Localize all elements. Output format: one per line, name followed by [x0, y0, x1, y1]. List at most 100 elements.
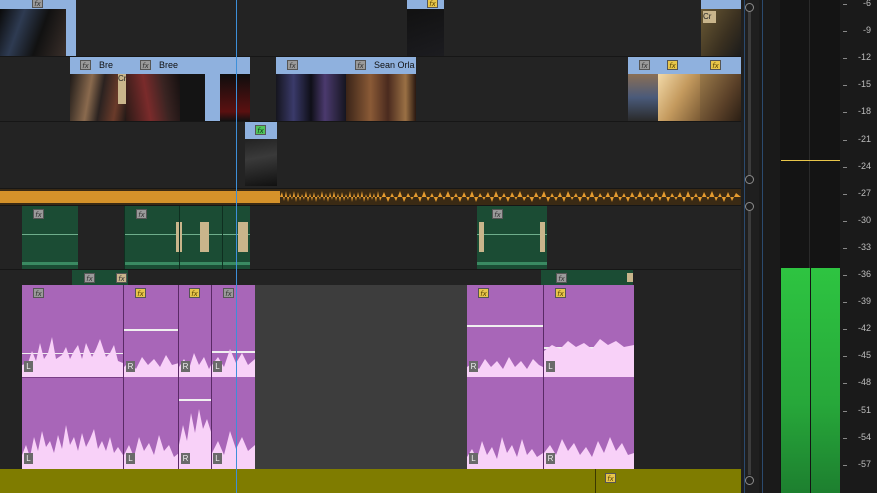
- meter-tick-label: -45: [857, 350, 871, 361]
- video-clip[interactable]: [180, 57, 250, 121]
- meter-tick-mark: [843, 31, 847, 33]
- video-clip[interactable]: fx: [407, 0, 444, 56]
- audio-track-a1[interactable]: [0, 206, 741, 269]
- playhead-line[interactable]: [236, 0, 237, 493]
- fx-badge-icon[interactable]: fx: [478, 288, 489, 298]
- cross-dissolve-transition[interactable]: Cr: [703, 11, 716, 23]
- audio-clip-stereo[interactable]: fx R L: [123, 285, 179, 469]
- fx-badge-icon[interactable]: fx: [33, 288, 44, 298]
- audio-transition[interactable]: [200, 222, 209, 252]
- audio-transition[interactable]: [479, 222, 484, 252]
- fx-badge-icon[interactable]: fx: [605, 473, 616, 483]
- audio-transition[interactable]: [238, 222, 248, 252]
- video-track-v2[interactable]: [0, 122, 741, 188]
- video-clip[interactable]: Cr: [701, 0, 741, 56]
- meter-tick-label: -57: [857, 458, 871, 469]
- meter-tick-label: -42: [857, 323, 871, 334]
- audio-clip[interactable]: fx: [477, 206, 547, 269]
- meter-level-right: [811, 268, 840, 493]
- fx-label: fx: [82, 62, 89, 70]
- music-clip[interactable]: [0, 189, 741, 205]
- meter-tick-mark: [843, 410, 847, 412]
- fx-label: fx: [558, 275, 565, 283]
- gap-region[interactable]: [254, 285, 467, 469]
- video-clip[interactable]: fx: [0, 0, 76, 56]
- fx-badge-icon[interactable]: fx: [136, 209, 147, 219]
- fx-badge-icon[interactable]: fx: [427, 0, 438, 8]
- fx-badge-icon[interactable]: fx: [189, 288, 200, 298]
- scroll-track[interactable]: [748, 211, 751, 475]
- scroll-knob-icon[interactable]: [745, 202, 754, 211]
- video-track-v4[interactable]: [0, 0, 741, 56]
- fx-label: fx: [86, 275, 93, 283]
- video-clip[interactable]: fx Bre Cr: [70, 57, 126, 121]
- video-clip[interactable]: fx fx fx: [628, 57, 741, 121]
- track-zoom-scrollbars[interactable]: [741, 0, 759, 493]
- scroll-knob-icon[interactable]: [745, 476, 754, 485]
- meter-tick-mark: [843, 58, 847, 60]
- fx-label: fx: [669, 62, 676, 70]
- meter-tick-label: -12: [857, 52, 871, 63]
- clip-cut: [222, 206, 223, 269]
- submix-track[interactable]: [0, 469, 741, 493]
- fx-badge-icon[interactable]: fx: [32, 0, 43, 8]
- cross-dissolve-transition[interactable]: Cr: [118, 74, 126, 104]
- video-clip[interactable]: fx: [276, 57, 346, 121]
- scroll-knob-icon[interactable]: [745, 3, 754, 12]
- meter-tick-label: -27: [857, 187, 871, 198]
- fx-badge-icon[interactable]: fx: [223, 288, 234, 298]
- sequence-timeline[interactable]: fx fx Cr fx Bre Cr fx Bree fx fx Sean Or…: [0, 0, 741, 493]
- audio-clip[interactable]: fx: [124, 206, 250, 269]
- fx-badge-icon[interactable]: fx: [33, 209, 44, 219]
- clip-thumbnail: [276, 74, 346, 121]
- fx-label: fx: [225, 290, 232, 298]
- video-clip[interactable]: fx Sean Orla: [346, 57, 416, 121]
- meter-tick-mark: [843, 437, 847, 439]
- panel-border: [762, 0, 763, 493]
- channel-label: R: [469, 361, 478, 372]
- fx-label: fx: [480, 290, 487, 298]
- fx-badge-icon[interactable]: fx: [84, 273, 95, 283]
- clip-thumbnail: [658, 74, 700, 121]
- fx-badge-icon[interactable]: fx: [492, 209, 503, 219]
- fx-badge-icon[interactable]: fx: [140, 60, 151, 70]
- audio-clip-stereo[interactable]: fx L L: [211, 285, 255, 469]
- fx-badge-icon[interactable]: fx: [135, 288, 146, 298]
- clip-cut: [179, 206, 180, 269]
- video-clip[interactable]: fx: [245, 122, 277, 186]
- fx-label: fx: [35, 211, 42, 219]
- scroll-knob-icon[interactable]: [745, 175, 754, 184]
- audio-clip-stereo[interactable]: fx R R: [178, 285, 212, 469]
- fx-badge-icon[interactable]: fx: [355, 60, 366, 70]
- audio-volume-line: [22, 234, 78, 235]
- audio-clip-stereo[interactable]: fx R L: [467, 285, 543, 469]
- channel-label: R: [126, 361, 135, 372]
- fx-badge-icon[interactable]: fx: [667, 60, 678, 70]
- fx-badge-icon[interactable]: fx: [255, 125, 266, 135]
- meter-tick-label: -24: [857, 160, 871, 171]
- meter-tick-label: -54: [857, 431, 871, 442]
- clip-name: Sean Orla: [374, 60, 415, 70]
- audio-clip-stereo[interactable]: fx L R: [543, 285, 634, 469]
- audio-transition[interactable]: [540, 222, 545, 252]
- fx-badge-icon[interactable]: fx: [80, 60, 91, 70]
- meter-level-left: [781, 268, 810, 493]
- meter-tick-mark: [843, 193, 847, 195]
- fx-badge-icon[interactable]: fx: [555, 288, 566, 298]
- fx-badge-icon[interactable]: fx: [639, 60, 650, 70]
- meter-tick-mark: [843, 356, 847, 358]
- fx-badge-icon[interactable]: fx: [556, 273, 567, 283]
- audio-transition[interactable]: [627, 273, 633, 282]
- audio-clip[interactable]: fx fx: [72, 270, 128, 285]
- fx-badge-icon[interactable]: fx: [287, 60, 298, 70]
- clip-edge: [205, 57, 220, 121]
- audio-clip[interactable]: fx: [541, 270, 633, 285]
- audio-clip-stereo[interactable]: fx L L: [22, 285, 123, 469]
- fx-badge-icon[interactable]: fx: [710, 60, 721, 70]
- video-clip[interactable]: fx Bree: [126, 57, 180, 121]
- fx-badge-icon[interactable]: fx: [116, 273, 127, 283]
- channel-label: L: [469, 453, 478, 464]
- scroll-track[interactable]: [748, 12, 751, 176]
- audio-clip[interactable]: fx: [22, 206, 78, 269]
- audio-waveform: [467, 357, 543, 377]
